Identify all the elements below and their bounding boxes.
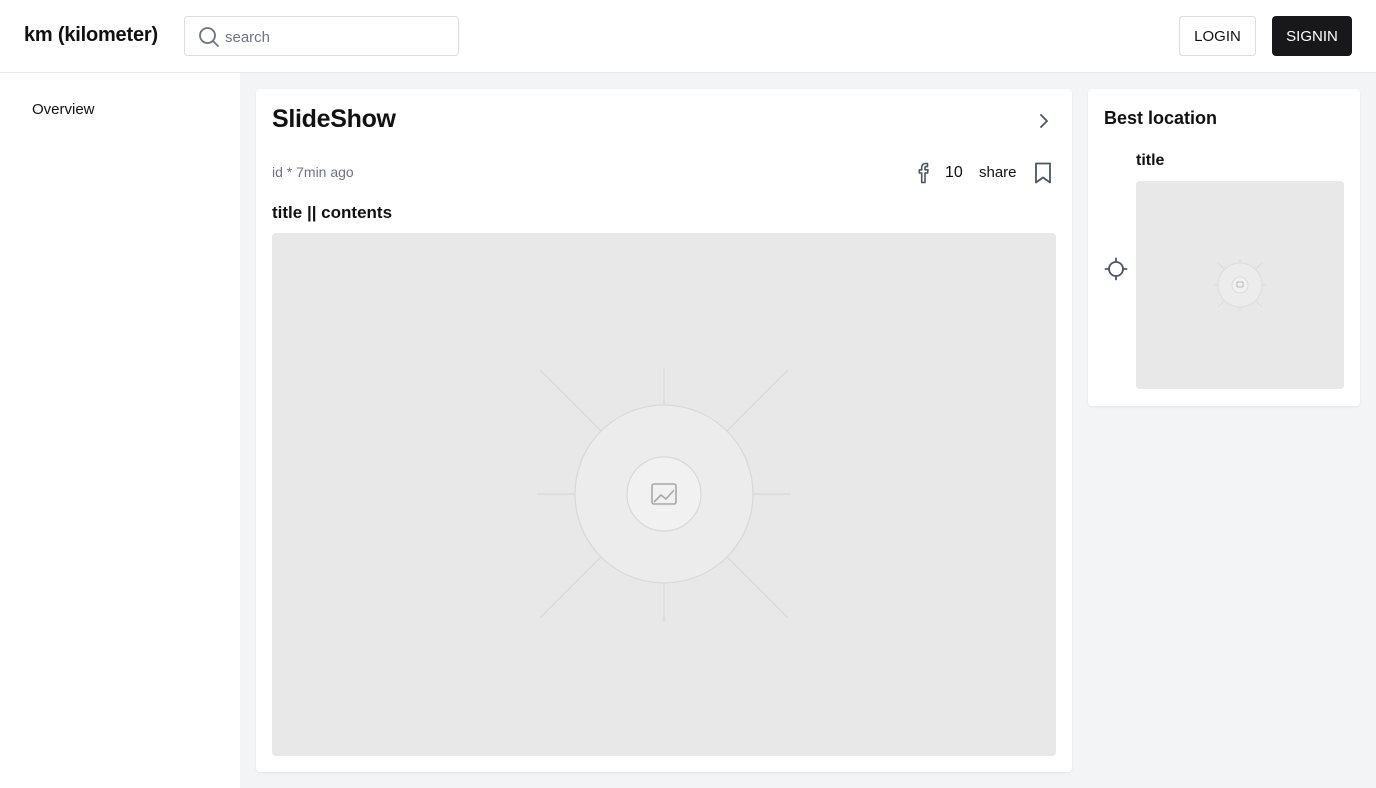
best-location-heading: Best location xyxy=(1104,108,1218,128)
sidebar-item-overview[interactable]: Overview xyxy=(32,101,95,118)
post-title: SlideShow xyxy=(272,105,396,133)
search-input[interactable] xyxy=(225,26,445,48)
share-button[interactable]: share xyxy=(979,164,1017,181)
brand-title[interactable]: km (kilometer) xyxy=(24,24,158,47)
post-subtitle: title || contents xyxy=(272,203,393,222)
share-count: 10 xyxy=(945,164,963,181)
sidebar: Overview xyxy=(0,73,240,788)
signin-button[interactable]: SIGNIN xyxy=(1272,16,1352,56)
slideshow-image[interactable] xyxy=(272,233,1056,756)
location-item-title: title xyxy=(1136,152,1165,169)
search-box[interactable] xyxy=(184,16,459,56)
image-placeholder-icon xyxy=(537,368,791,622)
chevron-right-icon[interactable] xyxy=(1032,109,1056,133)
facebook-icon[interactable] xyxy=(914,161,936,185)
bookmark-icon[interactable] xyxy=(1032,161,1054,185)
login-button[interactable]: LOGIN xyxy=(1179,16,1256,56)
best-location-card: Best location title xyxy=(1088,89,1360,406)
crosshair-icon[interactable] xyxy=(1104,257,1128,281)
image-placeholder-icon xyxy=(1214,259,1266,311)
location-thumbnail[interactable] xyxy=(1136,181,1344,389)
search-icon xyxy=(199,27,219,47)
post-meta: id * 7min ago xyxy=(272,164,354,180)
top-bar: km (kilometer) LOGIN SIGNIN xyxy=(0,0,1376,73)
slideshow-card: SlideShow id * 7min ago 10 share title |… xyxy=(256,89,1072,772)
